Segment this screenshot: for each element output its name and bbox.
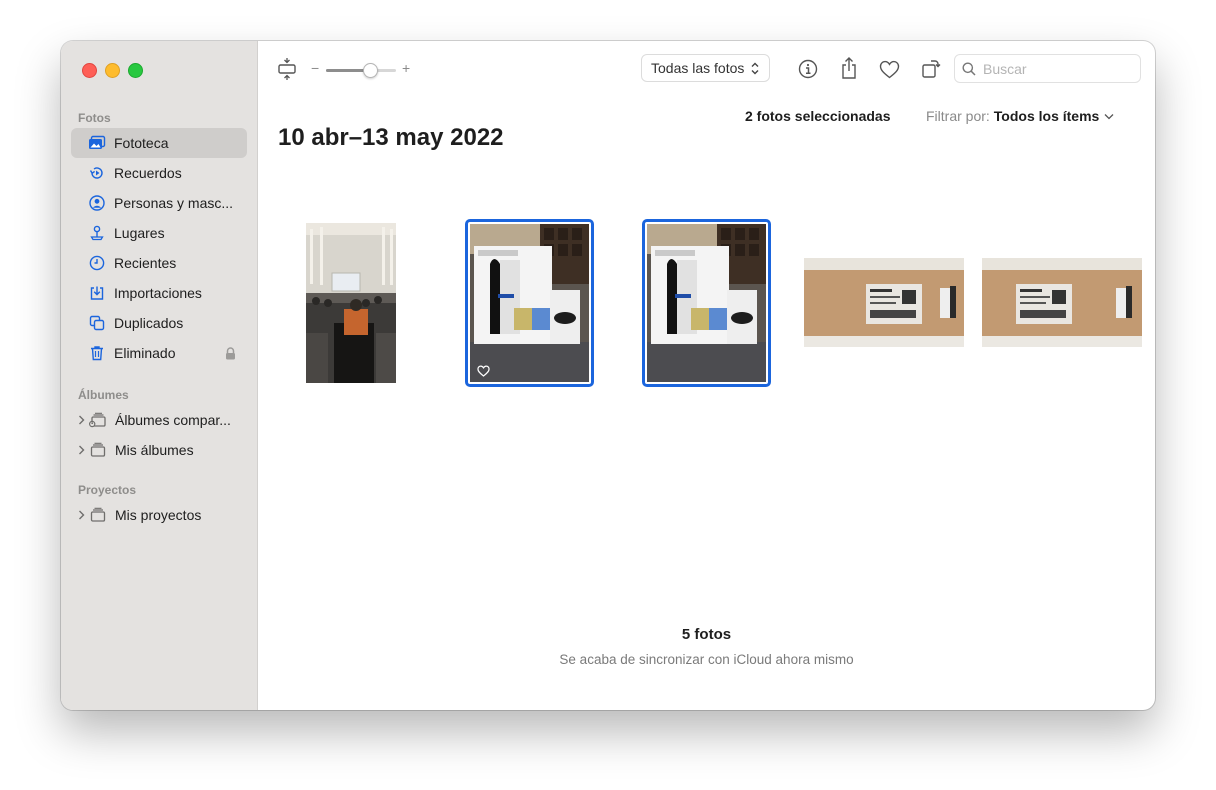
sidebar-item-recientes[interactable]: Recientes (71, 248, 247, 278)
selected-count: 2 fotos seleccionadas (745, 108, 891, 124)
sidebar: Fotos Fototeca Recuerdos Personas y masc… (61, 41, 258, 710)
shared-albums-icon (89, 411, 107, 429)
sidebar-item-label: Lugares (114, 225, 165, 241)
sidebar-item-albumes-compartidos[interactable]: Álbumes compar... (71, 405, 247, 435)
photo-image (804, 258, 964, 347)
projects-stack-icon (89, 506, 107, 524)
up-down-chevron-icon (750, 61, 760, 76)
trash-icon (88, 344, 106, 362)
photo-grid-area: 2 fotos seleccionadas Filtrar por: Todos… (258, 97, 1155, 710)
photo-image (647, 224, 766, 382)
sidebar-item-label: Recuerdos (114, 165, 182, 181)
sidebar-item-label: Duplicados (114, 315, 184, 331)
fit-grid-icon[interactable] (276, 56, 298, 82)
chevron-right-icon[interactable] (76, 445, 86, 455)
date-range-title: 10 abr–13 may 2022 (278, 124, 504, 151)
chevron-right-icon[interactable] (76, 415, 86, 425)
sidebar-item-label: Personas y masc... (114, 195, 234, 211)
lock-icon (223, 346, 237, 360)
sidebar-item-label: Mis proyectos (115, 507, 202, 523)
icloud-sync-status: Se acaba de sincronizar con iCloud ahora… (559, 652, 854, 667)
photo-thumbnail-selected[interactable] (465, 219, 594, 387)
albums-stack-icon (89, 441, 107, 459)
share-icon[interactable] (838, 55, 860, 81)
sidebar-item-recuerdos[interactable]: Recuerdos (71, 158, 247, 188)
duplicates-icon (88, 314, 106, 332)
photo-image (470, 224, 589, 382)
photo-count: 5 fotos (681, 626, 732, 643)
heart-icon[interactable] (878, 58, 900, 80)
photo-thumbnail[interactable] (982, 258, 1142, 347)
window-controls (82, 63, 143, 78)
zoom-slider-knob[interactable] (362, 63, 378, 78)
sidebar-item-lugares[interactable]: Lugares (71, 218, 247, 248)
photo-thumbnail[interactable] (306, 223, 396, 383)
zoom-out-label[interactable]: − (311, 60, 319, 76)
photo-library-icon (88, 134, 106, 152)
sidebar-item-label: Fototeca (114, 135, 169, 151)
sidebar-item-label: Mis álbumes (115, 442, 194, 458)
sidebar-item-duplicados[interactable]: Duplicados (71, 308, 247, 338)
search-input[interactable] (983, 60, 1123, 77)
minimize-window-button[interactable] (105, 63, 120, 78)
sidebar-item-mis-albumes[interactable]: Mis álbumes (71, 435, 247, 465)
sidebar-item-label: Álbumes compar... (115, 412, 231, 428)
sidebar-item-fototeca[interactable]: Fototeca (71, 128, 247, 158)
import-icon (88, 284, 106, 302)
section-label-proyectos: Proyectos (78, 483, 137, 497)
zoom-in-label[interactable]: + (402, 60, 410, 76)
filter-label: Filtrar por: (926, 108, 990, 124)
section-label-fotos: Fotos (78, 111, 111, 125)
rotate-icon[interactable] (920, 56, 942, 80)
people-icon (88, 194, 106, 212)
zoom-slider[interactable] (326, 63, 396, 78)
view-select-value: Todas las fotos (651, 60, 745, 76)
photo-image (306, 223, 396, 383)
search-field[interactable] (954, 54, 1141, 83)
photo-thumbnail[interactable] (804, 258, 964, 347)
sidebar-item-personas[interactable]: Personas y masc... (71, 188, 247, 218)
filter-menu[interactable]: Filtrar por: Todos los ítems (926, 108, 1114, 124)
sidebar-item-label: Eliminado (114, 345, 176, 361)
favorite-heart-icon (477, 365, 490, 377)
section-label-albumes: Álbumes (78, 388, 129, 402)
places-pin-icon (88, 224, 106, 242)
sidebar-item-label: Importaciones (114, 285, 202, 301)
memories-icon (88, 164, 106, 182)
sidebar-item-label: Recientes (114, 255, 177, 271)
toolbar: − + Todas las fotos (258, 41, 1155, 97)
sidebar-item-mis-proyectos[interactable]: Mis proyectos (71, 500, 247, 530)
sidebar-item-eliminado[interactable]: Eliminado (71, 338, 247, 368)
photo-thumbnail-selected[interactable] (642, 219, 771, 387)
chevron-right-icon[interactable] (76, 510, 86, 520)
photo-image (982, 258, 1142, 347)
close-window-button[interactable] (82, 63, 97, 78)
chevron-down-icon (1104, 113, 1114, 120)
clock-icon (88, 254, 106, 272)
search-icon (962, 62, 976, 76)
sidebar-item-importaciones[interactable]: Importaciones (71, 278, 247, 308)
filter-value: Todos los ítems (993, 108, 1100, 124)
photos-window: Fotos Fototeca Recuerdos Personas y masc… (61, 41, 1155, 710)
info-icon[interactable] (797, 58, 819, 80)
view-select[interactable]: Todas las fotos (641, 54, 770, 82)
zoom-window-button[interactable] (128, 63, 143, 78)
